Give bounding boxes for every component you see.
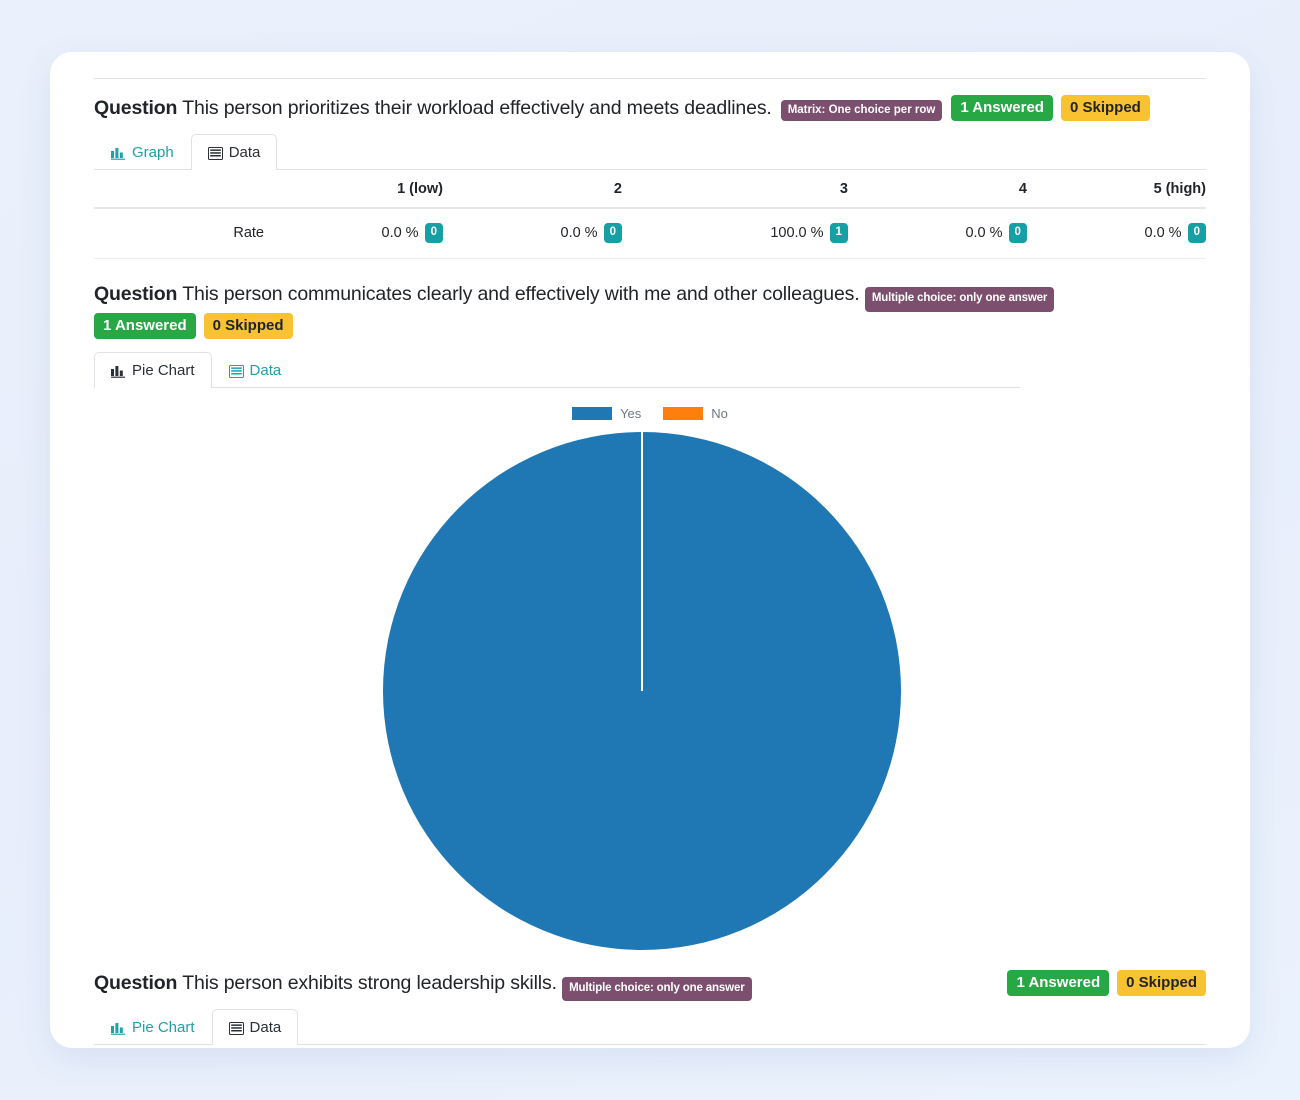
legend-item[interactable]: Yes [572,406,641,421]
matrix-cell-1: 0.0 % 0 [264,208,443,259]
matrix-col-1: 1 (low) [264,170,443,210]
matrix-corner-cell [94,170,264,210]
question-1-header: Question This person prioritizes their w… [94,79,1206,121]
pct-cell: 0.0 % 0 [381,223,443,243]
question-3-title: Question This person exhibits strong lea… [94,970,752,1002]
count-badge: 0 [424,223,443,243]
question-1-stats: 1 Answered 0 Skipped [951,95,1150,121]
question-2-title: Question This person communicates clearl… [94,281,1055,312]
tab-data-q3[interactable]: Data [211,1009,299,1046]
tab-pie-chart-q3[interactable]: Pie Chart [94,1009,212,1045]
tab-pie-chart-q3-label: Pie Chart [132,1019,195,1037]
table-list-icon [207,146,223,160]
table-list-icon [228,1021,244,1035]
pct-cell: 100.0 % 1 [770,223,848,243]
choices-header-row: Answer Choices User Responses Answer Sco… [94,1045,1206,1048]
matrix-cell-3: 100.0 % 1 [622,208,848,259]
question-2-header: Question This person communicates clearl… [94,259,1206,339]
tab-graph-q1[interactable]: Graph [94,134,191,170]
table-row: Rate 0.0 % 0 0.0 % 0 100.0 % 1 0.0 % 0 0… [94,208,1206,259]
col-answer-choices: Answer Choices [94,1045,484,1048]
question-1-matrix-table: 1 (low) 2 3 4 5 (high) Rate 0.0 % 0 0.0 [94,170,1206,259]
legend-label-no: No [711,406,728,421]
question-1-type-badge: Matrix: One choice per row [780,100,943,121]
matrix-col-2: 2 [443,170,622,210]
question-1-label: Question [94,97,178,119]
question-2-type-badge: Multiple choice: only one answer [864,287,1055,312]
question-3-label: Question [94,972,178,994]
question-1-answered-badge: 1 Answered [951,95,1053,121]
tab-pie-chart-q2[interactable]: Pie Chart [94,352,212,388]
question-1-tabs: Graph Data [94,134,1206,171]
count-badge: 1 [829,223,848,243]
tab-graph-q1-label: Graph [132,144,174,162]
table-list-icon [228,364,244,378]
results-card: Question This person prioritizes their w… [50,52,1250,1048]
count-badge: 0 [1008,223,1027,243]
bar-chart-icon [111,364,126,378]
count-badge: 0 [1187,223,1206,243]
pie-holder [94,427,1206,957]
legend-swatch-yes [572,407,613,420]
bar-chart-icon [111,1021,126,1036]
card-content: Question This person prioritizes their w… [50,78,1250,1048]
tab-data-q2[interactable]: Data [212,352,299,388]
question-3-skipped-badge: 0 Skipped [1117,970,1206,996]
question-3-type-badge: Multiple choice: only one answer [562,976,752,1002]
question-2-label: Question [94,282,178,305]
matrix-head: 1 (low) 2 3 4 5 (high) [94,170,1206,210]
matrix-col-5: 5 (high) [1026,170,1206,210]
tab-data-q2-label: Data [249,362,282,379]
pct-cell: 0.0 % 0 [1144,223,1206,243]
matrix-cell-5: 0.0 % 0 [1026,208,1206,259]
matrix-col-3: 3 [622,170,848,210]
question-1-skipped-badge: 0 Skipped [1060,95,1150,121]
pct-value: 0.0 % [965,225,1003,241]
question-2-stats: 1 Answered 0 Skipped [94,313,293,339]
tab-data-q3-label: Data [249,1019,282,1037]
question-1-text: This person prioritizes their workload e… [182,97,772,119]
legend-swatch-no [663,407,704,420]
matrix-col-4: 4 [847,170,1027,210]
question-2-skipped-badge: 0 Skipped [203,313,293,339]
question-2-text: This person communicates clearly and eff… [182,282,860,305]
matrix-row-label: Rate [94,208,264,259]
matrix-cell-4: 0.0 % 0 [847,208,1027,259]
question-2-tabs: Pie Chart Data [94,352,1020,388]
matrix-cell-2: 0.0 % 0 [443,208,622,259]
question-2-pie-chart: Yes No [94,394,1206,954]
tab-data-q1-label: Data [228,144,261,162]
question-3-answered-badge: 1 Answered [1007,970,1110,996]
tab-data-q1[interactable]: Data [190,134,278,171]
question-3-stats: 1 Answered 0 Skipped [1007,970,1206,996]
matrix-header-row: 1 (low) 2 3 4 5 (high) [94,170,1206,210]
question-3-header: Question This person exhibits strong lea… [94,954,1206,1002]
question-2-answered-badge: 1 Answered [94,313,196,339]
legend-label-yes: Yes [620,406,642,421]
pie-legend: Yes No [94,394,1206,421]
pct-value: 0.0 % [381,225,419,241]
question-3-answers-table: Answer Choices User Responses Answer Sco… [94,1045,1206,1048]
matrix-body: Rate 0.0 % 0 0.0 % 0 100.0 % 1 0.0 % 0 0… [94,208,1206,259]
bar-chart-icon [111,146,126,161]
col-user-responses: User Responses [484,1045,874,1048]
pct-value: 100.0 % [770,225,824,241]
pct-value: 0.0 % [560,225,598,241]
question-3-tabs: Pie Chart Data [94,1009,1206,1046]
legend-item[interactable]: No [663,406,728,421]
question-3-text: This person exhibits strong leadership s… [182,972,557,994]
tab-pie-chart-q2-label: Pie Chart [132,362,195,379]
pct-cell: 0.0 % 0 [560,223,622,243]
choices-head: Answer Choices User Responses Answer Sco… [94,1045,1206,1048]
col-answer-score: Answer Score [874,1045,1206,1048]
pct-cell: 0.0 % 0 [965,223,1027,243]
pie-svg [383,432,901,950]
pct-value: 0.0 % [1144,225,1182,241]
count-badge: 0 [603,223,622,243]
question-1-title: Question This person prioritizes their w… [94,95,772,121]
